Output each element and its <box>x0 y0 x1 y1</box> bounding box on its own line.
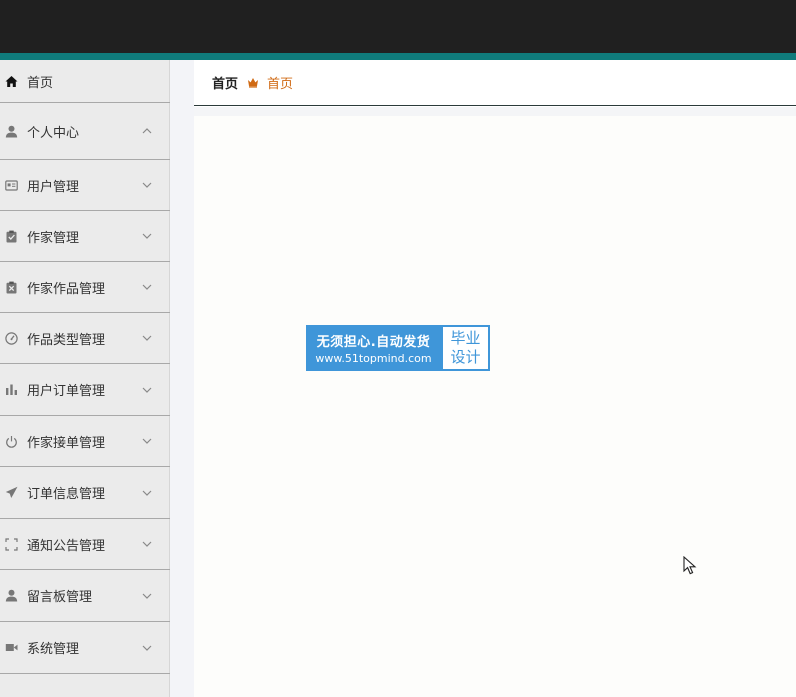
watermark-left: 无须担心.自动发货 www.51topmind.com <box>306 325 441 371</box>
chevron-down-icon <box>142 593 152 599</box>
gauge-icon <box>5 331 18 345</box>
breadcrumb-home-link[interactable]: 首页 <box>212 73 238 92</box>
top-header-bar <box>0 0 796 53</box>
header-accent-stripe <box>0 53 796 60</box>
sidebar-menu: 首页 个人中心 用户管理 作家管理 作家作品管理 作品类型管理 用户订单管理 作… <box>0 60 170 697</box>
sidebar-item-order-info-management[interactable]: 订单信息管理 <box>0 467 170 519</box>
chevron-up-icon <box>142 128 152 134</box>
chevron-down-icon <box>142 284 152 290</box>
clipboard-check-icon <box>5 230 18 243</box>
sidebar-item-notice-management[interactable]: 通知公告管理 <box>0 519 170 570</box>
sidebar-item-label: 通知公告管理 <box>27 538 106 554</box>
mouse-cursor-icon <box>683 556 697 575</box>
expand-icon <box>5 537 18 551</box>
sidebar-item-writer-works-management[interactable]: 作家作品管理 <box>0 262 170 313</box>
chevron-down-icon <box>142 387 152 393</box>
chevron-down-icon <box>142 645 152 651</box>
sidebar-item-label: 作家作品管理 <box>27 281 106 297</box>
watermark-line2: www.51topmind.com <box>315 352 432 365</box>
chevron-down-icon <box>142 182 152 188</box>
bar-chart-icon <box>5 383 18 396</box>
id-card-icon <box>5 179 18 192</box>
sidebar-item-label: 作家接单管理 <box>27 435 106 451</box>
sidebar-item-label: 系统管理 <box>27 642 80 657</box>
sidebar-item-label: 订单信息管理 <box>27 487 106 502</box>
user-icon <box>5 125 18 138</box>
sidebar-item-message-board-management[interactable]: 留言板管理 <box>0 570 170 622</box>
watermark-right-line2: 设计 <box>450 348 481 366</box>
video-icon <box>5 641 18 654</box>
send-icon <box>5 486 18 499</box>
chevron-down-icon <box>142 541 152 547</box>
sidebar-item-work-type-management[interactable]: 作品类型管理 <box>0 313 170 364</box>
user-icon <box>5 589 18 602</box>
watermark-line1: 无须担心.自动发货 <box>316 335 431 350</box>
watermark-badge: 无须担心.自动发货 www.51topmind.com 毕业 设计 <box>306 325 490 371</box>
sidebar-item-user-order-management[interactable]: 用户订单管理 <box>0 364 170 416</box>
chevron-down-icon <box>142 233 152 239</box>
sidebar-item-writer-orders-management[interactable]: 作家接单管理 <box>0 416 170 467</box>
sidebar-item-personal-center[interactable]: 个人中心 <box>0 103 170 160</box>
chevron-down-icon <box>142 335 152 341</box>
sidebar-item-label: 作家管理 <box>27 230 80 246</box>
sidebar-item-home[interactable]: 首页 <box>0 60 170 103</box>
crown-icon <box>247 77 259 88</box>
content-divider-band <box>194 107 796 116</box>
watermark-right-line1: 毕业 <box>450 329 481 347</box>
chevron-down-icon <box>142 438 152 444</box>
main-content: 首页 首页 无须担心.自动发货 www.51topmind.com 毕业 设计 <box>194 60 796 697</box>
sidebar-item-label: 留言板管理 <box>27 590 93 605</box>
sidebar-item-label: 首页 <box>27 75 54 91</box>
chevron-down-icon <box>142 490 152 496</box>
sidebar-item-label: 用户管理 <box>27 179 80 195</box>
sidebar-item-user-management[interactable]: 用户管理 <box>0 160 170 211</box>
sidebar-item-label: 个人中心 <box>27 125 80 141</box>
breadcrumb: 首页 首页 <box>194 60 796 106</box>
clipboard-x-icon <box>5 281 18 294</box>
sidebar-item-label: 作品类型管理 <box>27 332 106 348</box>
power-icon <box>5 435 18 448</box>
sidebar-item-label: 用户订单管理 <box>27 384 106 399</box>
content-panel: 无须担心.自动发货 www.51topmind.com 毕业 设计 <box>194 116 796 697</box>
breadcrumb-current: 首页 <box>267 77 294 92</box>
sidebar-item-system-management[interactable]: 系统管理 <box>0 622 170 674</box>
watermark-right: 毕业 设计 <box>441 325 490 371</box>
sidebar-item-writer-management[interactable]: 作家管理 <box>0 211 170 262</box>
home-icon <box>5 75 18 88</box>
